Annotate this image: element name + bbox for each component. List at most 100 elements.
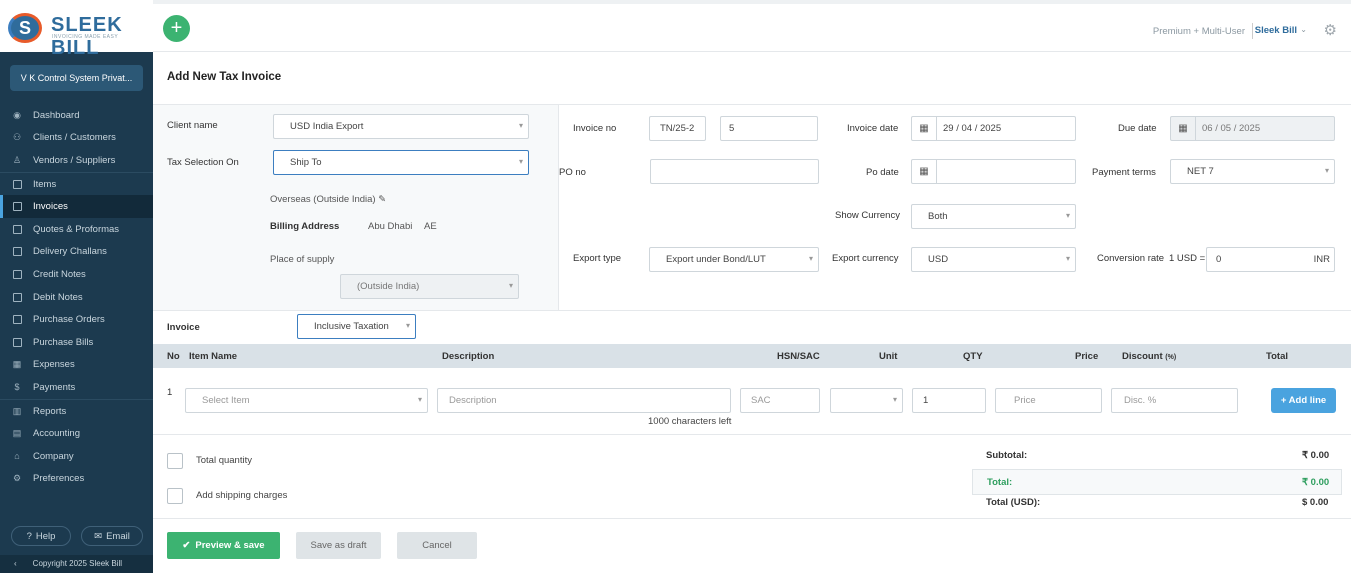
total-quantity-checkbox[interactable] bbox=[167, 453, 183, 469]
billing-address-label: Billing Address bbox=[270, 221, 340, 232]
invoice-date-input[interactable]: ▦ 29 / 04 / 2025 bbox=[911, 116, 1076, 141]
description-input[interactable]: Description bbox=[437, 388, 731, 413]
collapse-icon[interactable]: ‹ bbox=[14, 559, 17, 568]
item-select[interactable]: Select Item bbox=[185, 388, 428, 413]
sidebar-item-items[interactable]: Items bbox=[0, 173, 153, 196]
shipping-charges-label: Add shipping charges bbox=[196, 490, 288, 501]
sidebar-item-clients[interactable]: ⚇ Clients / Customers bbox=[0, 127, 153, 150]
invoice-section-label: Invoice bbox=[167, 322, 200, 333]
billing-city: Abu Dhabi bbox=[368, 221, 413, 232]
discount-placeholder: Disc. % bbox=[1124, 395, 1157, 406]
col-description: Description bbox=[442, 351, 495, 362]
logo-tagline: INVOICING MADE EASY bbox=[52, 34, 119, 40]
sidebar-item-invoices[interactable]: Invoices bbox=[0, 195, 153, 218]
preview-save-button[interactable]: ✔ Preview & save bbox=[167, 532, 280, 559]
sidebar-item-label: Preferences bbox=[33, 473, 85, 485]
company-selector-button[interactable]: V K Control System Privat... bbox=[10, 65, 143, 91]
divider bbox=[153, 518, 1351, 519]
billing-country: AE bbox=[424, 221, 437, 232]
client-name-select[interactable]: USD India Export bbox=[273, 114, 529, 139]
logo[interactable]: S SLEEK BILL INVOICING MADE EASY bbox=[0, 0, 153, 59]
po-no-input[interactable] bbox=[650, 159, 819, 184]
sidebar-item-purchase-bills[interactable]: Purchase Bills bbox=[0, 331, 153, 354]
plan-label: Premium + Multi-User bbox=[1152, 26, 1245, 37]
sidebar-item-label: Expenses bbox=[33, 359, 75, 371]
price-input[interactable]: Price bbox=[995, 388, 1102, 413]
po-date-input[interactable]: ▦ bbox=[911, 159, 1076, 184]
total-box bbox=[972, 469, 1342, 495]
subtotal-label: Subtotal: bbox=[986, 450, 1028, 461]
sidebar-nav: ◉ Dashboard ⚇ Clients / Customers ♙ Vendors… bbox=[0, 104, 153, 490]
col-discount-label: Discount bbox=[1122, 351, 1163, 362]
sidebar-item-payments[interactable]: $ Payments bbox=[0, 376, 153, 399]
invoice-date-label: Invoice date bbox=[847, 123, 899, 134]
sidebar-item-delivery-challans[interactable]: Delivery Challans bbox=[0, 241, 153, 264]
due-date-label: Due date bbox=[1118, 123, 1157, 134]
divider bbox=[153, 310, 1351, 311]
sidebar-item-credit-notes[interactable]: Credit Notes bbox=[0, 263, 153, 286]
sidebar-item-purchase-orders[interactable]: Purchase Orders bbox=[0, 308, 153, 331]
shipping-charges-checkbox[interactable] bbox=[167, 488, 183, 504]
expenses-icon: ▦ bbox=[12, 359, 22, 370]
calendar-icon[interactable]: ▦ bbox=[912, 160, 937, 183]
due-date-value: 06 / 05 / 2025 bbox=[1202, 123, 1261, 134]
help-button[interactable]: ? Help bbox=[11, 526, 71, 546]
email-button[interactable]: ✉ Email bbox=[81, 526, 143, 546]
total-quantity-label: Total quantity bbox=[196, 455, 252, 466]
col-price: Price bbox=[1075, 351, 1099, 362]
sidebar-item-company[interactable]: ⌂ Company bbox=[0, 445, 153, 468]
sidebar-item-accounting[interactable]: ▤ Accounting bbox=[0, 422, 153, 445]
characters-left: 1000 characters left bbox=[648, 416, 732, 427]
help-icon: ? bbox=[26, 530, 32, 542]
sidebar: S SLEEK BILL INVOICING MADE EASY V K Con… bbox=[0, 0, 153, 573]
tax-selection-select[interactable]: Ship To bbox=[273, 150, 529, 175]
hsn-sac-input[interactable]: SAC bbox=[740, 388, 820, 413]
qty-input[interactable]: 1 bbox=[912, 388, 986, 413]
gear-icon[interactable]: ⚙ bbox=[1324, 21, 1337, 39]
add-line-button[interactable]: + Add line bbox=[1271, 388, 1336, 413]
taxation-select[interactable]: Inclusive Taxation bbox=[297, 314, 416, 339]
due-date-input[interactable]: ▦ 06 / 05 / 2025 bbox=[1170, 116, 1335, 141]
save-draft-button[interactable]: Save as draft bbox=[296, 532, 381, 559]
sidebar-item-label: Accounting bbox=[33, 428, 81, 440]
sidebar-item-label: Clients / Customers bbox=[33, 132, 116, 144]
invoice-prefix-input[interactable]: TN/25-2 bbox=[649, 116, 706, 141]
sidebar-item-label: Vendors / Suppliers bbox=[33, 154, 116, 166]
show-currency-select[interactable]: Both bbox=[911, 204, 1076, 229]
sidebar-item-reports[interactable]: ▥ Reports bbox=[0, 400, 153, 423]
description-placeholder: Description bbox=[449, 395, 497, 406]
export-currency-select[interactable]: USD bbox=[911, 247, 1076, 272]
sidebar-item-label: Purchase Bills bbox=[33, 336, 94, 348]
sidebar-item-quotes[interactable]: Quotes & Proformas bbox=[0, 218, 153, 241]
total-value: ₹ 0.00 bbox=[1302, 477, 1330, 488]
add-new-button[interactable]: + bbox=[163, 15, 190, 42]
invoice-date-value: 29 / 04 / 2025 bbox=[943, 123, 1002, 134]
sidebar-item-label: Items bbox=[33, 178, 57, 190]
cancel-button[interactable]: Cancel bbox=[397, 532, 477, 559]
user-menu[interactable]: Sleek Bill bbox=[1255, 25, 1297, 36]
discount-input[interactable]: Disc. % bbox=[1111, 388, 1238, 413]
payment-terms-select[interactable]: NET 7 bbox=[1170, 159, 1335, 184]
client-name-label: Client name bbox=[167, 120, 218, 131]
invoice-no-label: Invoice no bbox=[573, 123, 617, 134]
email-label: Email bbox=[106, 530, 130, 542]
place-of-supply-select[interactable]: (Outside India) bbox=[340, 274, 519, 299]
conversion-rate-input[interactable]: 0 INR bbox=[1206, 247, 1335, 272]
sidebar-item-label: Debit Notes bbox=[33, 291, 83, 303]
calendar-icon[interactable]: ▦ bbox=[912, 117, 937, 140]
sidebar-item-preferences[interactable]: ⚙ Preferences bbox=[0, 468, 153, 491]
pencil-icon[interactable]: ✎ bbox=[378, 194, 386, 205]
sidebar-item-dashboard[interactable]: ◉ Dashboard bbox=[0, 104, 153, 127]
sidebar-item-debit-notes[interactable]: Debit Notes bbox=[0, 286, 153, 309]
invoice-number-input[interactable]: 5 bbox=[720, 116, 818, 141]
chevron-down-icon[interactable]: ⌄ bbox=[1300, 25, 1307, 34]
export-type-select[interactable]: Export under Bond/LUT bbox=[649, 247, 819, 272]
sidebar-item-label: Delivery Challans bbox=[33, 246, 107, 258]
sidebar-item-vendors[interactable]: ♙ Vendors / Suppliers bbox=[0, 149, 153, 172]
sidebar-item-label: Purchase Orders bbox=[33, 314, 105, 326]
unit-select[interactable] bbox=[830, 388, 903, 413]
quote-icon bbox=[11, 223, 23, 235]
calendar-icon[interactable]: ▦ bbox=[1171, 117, 1196, 140]
tax-selection-label: Tax Selection On bbox=[167, 157, 239, 168]
sidebar-item-expenses[interactable]: ▦ Expenses bbox=[0, 354, 153, 377]
